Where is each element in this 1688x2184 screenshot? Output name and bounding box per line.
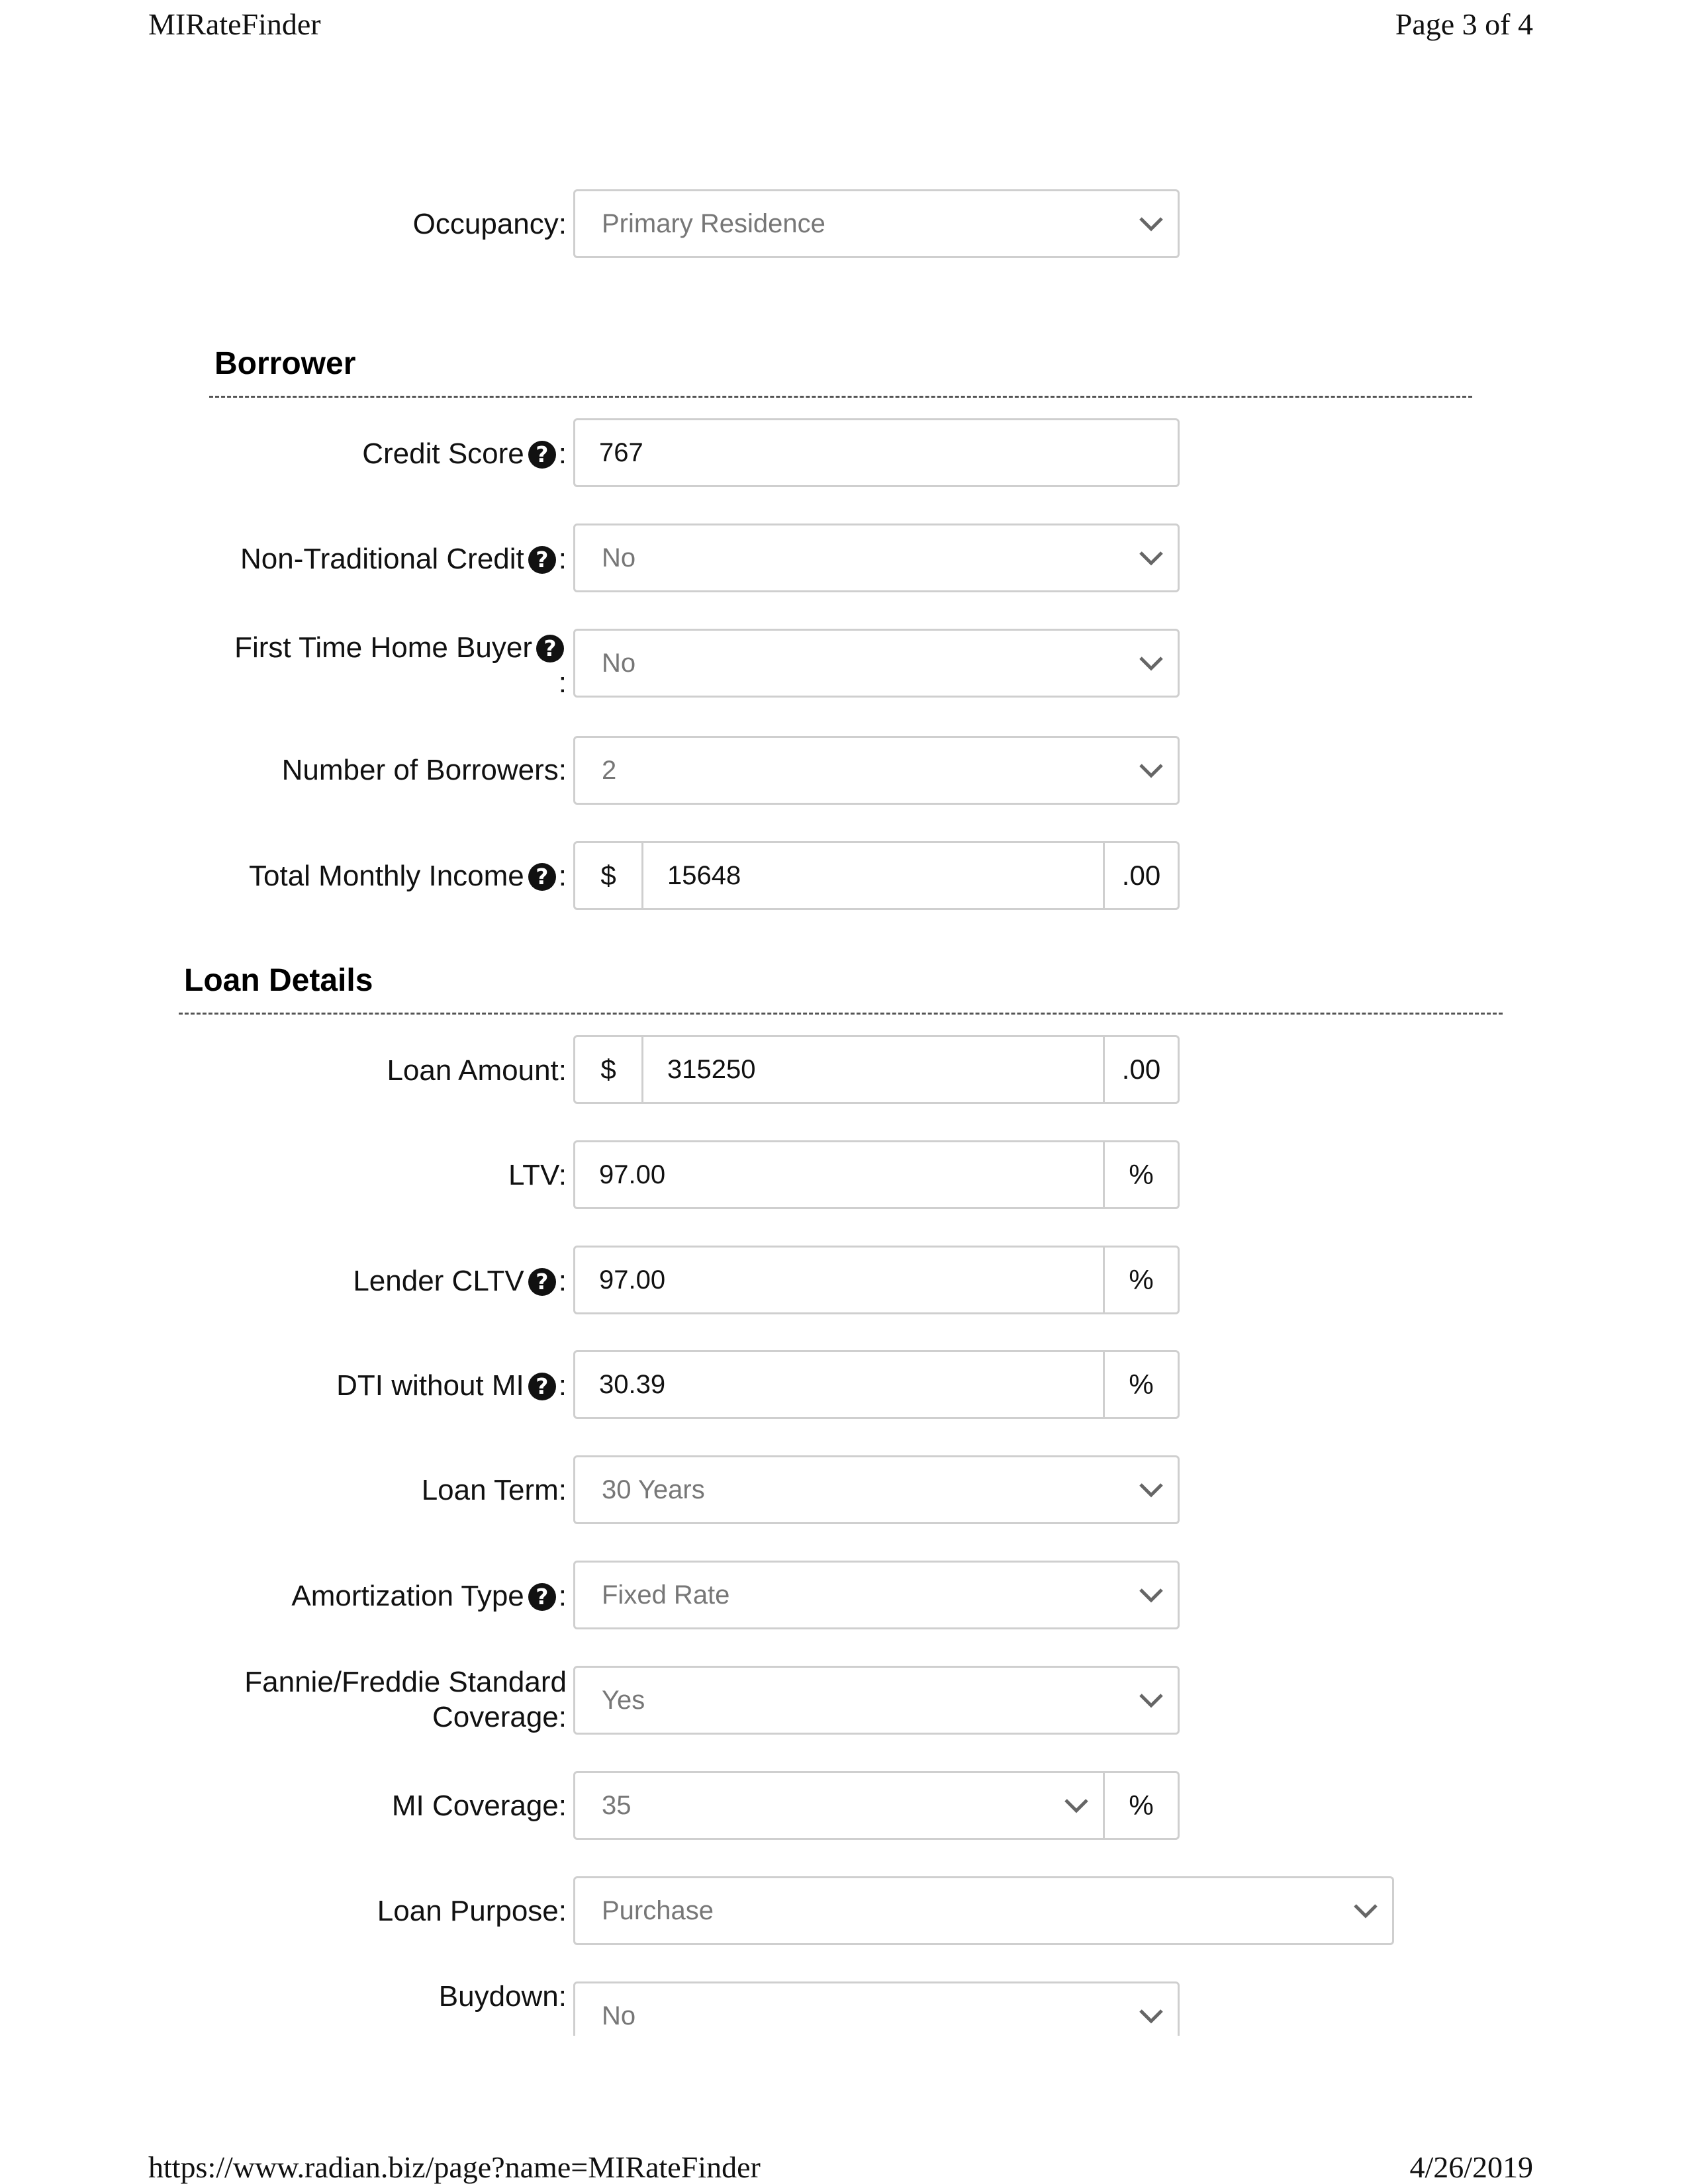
page-header-app-name: MIRateFinder <box>148 7 321 41</box>
chevron-down-icon <box>1125 738 1178 803</box>
percent-suffix: % <box>1103 1352 1178 1417</box>
help-icon[interactable]: ? <box>528 1268 556 1296</box>
chevron-down-icon <box>1050 1773 1103 1838</box>
ltv-input-group: 97.00 % <box>573 1140 1180 1209</box>
non-traditional-credit-select[interactable]: No <box>573 523 1180 592</box>
buydown-value: No <box>602 2001 636 2030</box>
percent-suffix: % <box>1103 1248 1178 1312</box>
help-icon[interactable]: ? <box>528 546 556 574</box>
buydown-label: Buydown: <box>438 1980 567 2013</box>
chevron-down-icon <box>1125 1668 1178 1733</box>
loan-purpose-value: Purchase <box>602 1895 714 1925</box>
cents-suffix: .00 <box>1103 843 1178 908</box>
label-colon: : <box>558 1369 567 1402</box>
label-colon: : <box>558 1580 567 1612</box>
page-footer-date: 4/26/2019 <box>1409 2150 1533 2184</box>
amortization-type-label: Amortization Type?: <box>291 1578 567 1614</box>
credit-score-input[interactable]: 767 <box>573 418 1180 487</box>
standard-coverage-label: Fannie/Freddie Standard Coverage: <box>244 1664 567 1735</box>
loan-purpose-select[interactable]: Purchase <box>573 1876 1394 1945</box>
percent-suffix: % <box>1103 1773 1178 1838</box>
ltv-label: LTV: <box>508 1159 567 1191</box>
loan-term-value: 30 Years <box>602 1475 705 1504</box>
lender-cltv-label: Lender CLTV?: <box>353 1263 567 1298</box>
standard-coverage-value: Yes <box>602 1685 645 1715</box>
occupancy-select[interactable]: Primary Residence <box>573 189 1180 258</box>
total-monthly-income-label: Total Monthly Income?: <box>249 858 567 893</box>
loan-amount-label: Loan Amount: <box>387 1054 567 1087</box>
non-traditional-credit-value: No <box>602 543 636 572</box>
credit-score-label-text: Credit Score <box>362 437 524 470</box>
total-monthly-income-input-group: $ 15648 .00 <box>573 841 1180 910</box>
number-of-borrowers-select[interactable]: 2 <box>573 736 1180 805</box>
non-traditional-credit-label: Non-Traditional Credit?: <box>240 541 567 576</box>
buydown-clip: No <box>571 1979 1186 2036</box>
lender-cltv-label-text: Lender CLTV <box>353 1265 524 1297</box>
help-icon[interactable]: ? <box>528 1373 556 1400</box>
loan-amount-input-group: $ 315250 .00 <box>573 1035 1180 1104</box>
borrower-section-heading: Borrower <box>214 346 356 381</box>
buydown-select[interactable]: No <box>573 1981 1180 2036</box>
dti-without-mi-label: DTI without MI?: <box>336 1368 567 1403</box>
label-colon: : <box>558 1265 567 1297</box>
first-time-home-buyer-value: No <box>602 648 636 678</box>
help-icon[interactable]: ? <box>528 1583 556 1611</box>
chevron-down-icon <box>1125 631 1178 696</box>
ltv-input[interactable]: 97.00 <box>575 1142 1103 1207</box>
number-of-borrowers-value: 2 <box>602 755 617 785</box>
amortization-type-select[interactable]: Fixed Rate <box>573 1561 1180 1629</box>
label-colon: : <box>558 437 567 470</box>
mi-coverage-input-group: 35 % <box>573 1771 1180 1840</box>
help-icon[interactable]: ? <box>528 863 556 891</box>
lender-cltv-input-group: 97.00 % <box>573 1246 1180 1314</box>
dti-without-mi-label-text: DTI without MI <box>336 1369 524 1402</box>
cents-suffix: .00 <box>1103 1037 1178 1102</box>
loan-details-section-divider <box>179 1013 1503 1015</box>
first-time-home-buyer-label: First Time Home Buyer?: <box>234 630 567 700</box>
credit-score-value: 767 <box>599 437 643 467</box>
label-colon: : <box>558 666 567 699</box>
chevron-down-icon <box>1125 191 1178 256</box>
chevron-down-icon <box>1125 1983 1178 2036</box>
loan-purpose-label: Loan Purpose: <box>377 1895 567 1927</box>
loan-amount-input[interactable]: 315250 <box>643 1037 1103 1102</box>
standard-coverage-select[interactable]: Yes <box>573 1666 1180 1735</box>
first-time-home-buyer-label-text: First Time Home Buyer <box>234 631 532 664</box>
total-monthly-income-input[interactable]: 15648 <box>643 843 1103 908</box>
label-colon: : <box>558 860 567 892</box>
chevron-down-icon <box>1125 525 1178 590</box>
first-time-home-buyer-select[interactable]: No <box>573 629 1180 698</box>
dti-without-mi-input[interactable]: 30.39 <box>575 1352 1103 1417</box>
non-traditional-credit-label-text: Non-Traditional Credit <box>240 543 524 575</box>
percent-suffix: % <box>1103 1142 1178 1207</box>
lender-cltv-input[interactable]: 97.00 <box>575 1248 1103 1312</box>
chevron-down-icon <box>1125 1457 1178 1522</box>
dti-without-mi-input-group: 30.39 % <box>573 1350 1180 1419</box>
amortization-type-label-text: Amortization Type <box>291 1580 524 1612</box>
occupancy-label: Occupancy: <box>412 208 567 240</box>
standard-coverage-label-line1: Fannie/Freddie Standard <box>244 1666 567 1698</box>
occupancy-value: Primary Residence <box>602 208 825 238</box>
total-monthly-income-label-text: Total Monthly Income <box>249 860 524 892</box>
currency-prefix: $ <box>575 1037 643 1102</box>
loan-term-select[interactable]: 30 Years <box>573 1455 1180 1524</box>
page-footer-url: https://www.radian.biz/page?name=MIRateF… <box>148 2150 761 2184</box>
borrower-section-divider <box>209 396 1472 398</box>
page-header-page-indicator: Page 3 of 4 <box>1395 7 1533 41</box>
currency-prefix: $ <box>575 843 643 908</box>
label-colon: : <box>558 543 567 575</box>
chevron-down-icon <box>1125 1563 1178 1627</box>
chevron-down-icon <box>1339 1878 1392 1943</box>
amortization-type-value: Fixed Rate <box>602 1580 730 1610</box>
help-icon[interactable]: ? <box>536 635 564 662</box>
loan-term-label: Loan Term: <box>421 1474 567 1506</box>
help-icon[interactable]: ? <box>528 441 556 469</box>
number-of-borrowers-label: Number of Borrowers: <box>281 754 567 786</box>
loan-details-section-heading: Loan Details <box>184 963 373 998</box>
mi-coverage-label: MI Coverage: <box>391 1790 567 1822</box>
mi-coverage-select[interactable]: 35 <box>575 1773 1050 1838</box>
standard-coverage-label-line2: Coverage: <box>432 1701 567 1733</box>
credit-score-label: Credit Score?: <box>362 436 567 471</box>
